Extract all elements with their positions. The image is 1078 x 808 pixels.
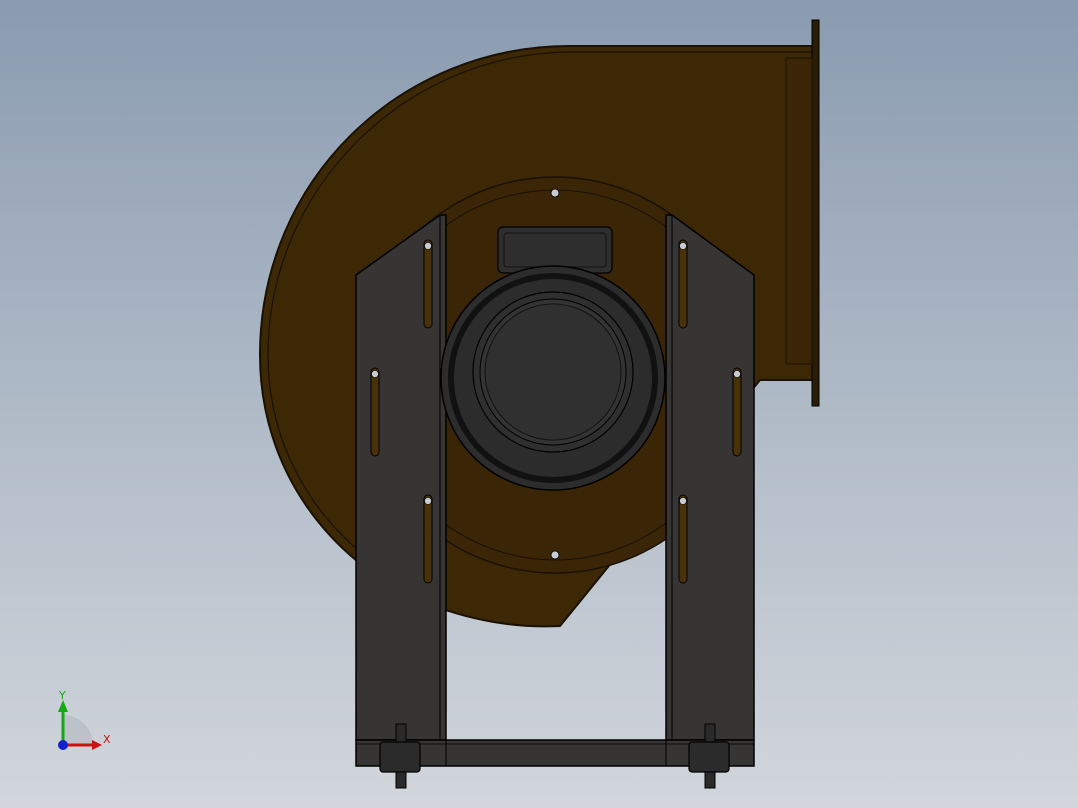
z-axis-dot <box>58 740 68 750</box>
slot-left-1 <box>423 239 433 329</box>
plate-hole-bottom <box>550 550 560 560</box>
slot-right-2 <box>732 367 742 457</box>
graphics-viewport[interactable]: Y X <box>0 0 1078 808</box>
slot-right-1 <box>678 239 688 329</box>
outlet-flange-inner <box>785 57 813 365</box>
model-canvas[interactable]: Y X <box>0 0 1078 808</box>
plate-hole-top <box>550 188 560 198</box>
left-support-bracket[interactable] <box>355 214 447 741</box>
coordinate-triad: Y X <box>58 689 111 750</box>
slot-right-3 <box>678 494 688 584</box>
right-support-bracket[interactable] <box>665 214 755 741</box>
x-axis-label: X <box>103 733 111 746</box>
y-axis-label: Y <box>58 689 66 702</box>
slot-left-2 <box>370 367 380 457</box>
slot-left-3 <box>423 494 433 584</box>
outlet-flange <box>811 19 820 407</box>
